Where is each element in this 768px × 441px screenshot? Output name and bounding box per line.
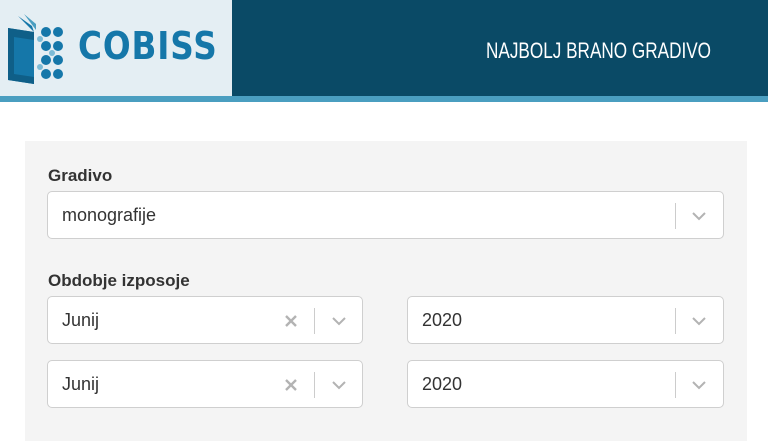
- title-bar: NAJBOLJ BRANO GRADIVO: [232, 0, 768, 96]
- separator: [675, 372, 676, 398]
- separator: [314, 308, 315, 334]
- filter-panel: Gradivo monografije Obdobje izposoje Jun…: [25, 141, 747, 441]
- from-month-value: Junij: [62, 310, 100, 330]
- to-year-value: 2020: [422, 374, 463, 394]
- gradivo-select[interactable]: monografije: [47, 191, 724, 239]
- gradivo-value: monografije: [62, 205, 157, 225]
- to-month-select[interactable]: Junij: [47, 360, 363, 408]
- chevron-down-icon[interactable]: [690, 206, 708, 226]
- close-icon[interactable]: [282, 375, 300, 395]
- gradivo-label: Gradivo: [48, 166, 113, 185]
- to-month-value: Junij: [62, 374, 100, 394]
- site-header: COBISS NAJBOLJ BRANO GRADIVO: [0, 0, 768, 102]
- header-accent-bar: [0, 96, 768, 102]
- logo[interactable]: COBISS: [0, 0, 232, 96]
- logo-text: COBISS: [78, 24, 218, 68]
- chevron-down-icon[interactable]: [690, 311, 708, 331]
- close-icon[interactable]: [282, 311, 300, 331]
- from-month-select[interactable]: Junij: [47, 296, 363, 344]
- chevron-down-icon[interactable]: [690, 375, 708, 395]
- chevron-down-icon[interactable]: [330, 375, 348, 395]
- page-title: NAJBOLJ BRANO GRADIVO: [486, 38, 712, 63]
- period-label: Obdobje izposoje: [48, 271, 190, 290]
- separator: [675, 203, 676, 229]
- separator: [675, 308, 676, 334]
- from-year-value: 2020: [422, 310, 463, 330]
- book-icon: [8, 14, 63, 84]
- chevron-down-icon[interactable]: [330, 311, 348, 331]
- to-year-select[interactable]: 2020: [407, 360, 724, 408]
- from-year-select[interactable]: 2020: [407, 296, 724, 344]
- separator: [314, 372, 315, 398]
